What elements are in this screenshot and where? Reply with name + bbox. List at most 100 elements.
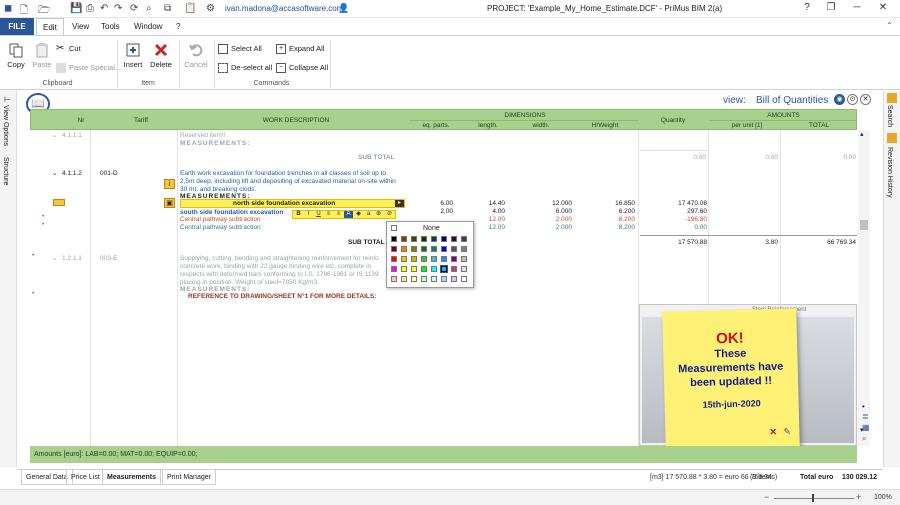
measurement-description[interactable]: Central pathway subtraction (180, 216, 261, 223)
eq-parts-value[interactable]: 2.00 (428, 208, 453, 215)
nav-icon[interactable]: • (862, 402, 865, 411)
width-value[interactable]: 6.000 (545, 208, 572, 215)
row-description-line[interactable]: 2,5m deep, including lift and depositing… (180, 178, 396, 185)
row-description-line[interactable]: Supplying, cutting, bending and straight… (180, 255, 379, 262)
height-value[interactable]: 8.200 (605, 224, 635, 231)
undo-icon[interactable]: ↶ (100, 3, 108, 14)
color-swatch[interactable] (421, 246, 427, 252)
row-description-line[interactable]: concrete work, binding with 22 gauge bin… (180, 263, 371, 270)
color-swatch[interactable] (431, 236, 437, 242)
pin-icon[interactable]: ⊢ (4, 95, 11, 104)
width-value[interactable]: 2.000 (545, 216, 572, 223)
text-color-icon[interactable]: A (344, 211, 353, 218)
scroll-up-icon[interactable]: ▴ (860, 130, 864, 138)
measurement-description[interactable]: north side foundation excavation (233, 200, 335, 207)
color-swatch[interactable] (461, 246, 467, 252)
redo-icon[interactable]: ↷ (114, 3, 122, 14)
link-icon[interactable]: ⊕ (374, 211, 383, 218)
chevron-right-icon[interactable]: ▸ (395, 200, 404, 207)
delete-button[interactable]: Delete (149, 42, 173, 69)
eye-icon[interactable]: ◉ (834, 94, 845, 105)
color-swatch[interactable] (431, 256, 437, 262)
ribbon-collapse-icon[interactable]: ⌃ (886, 21, 893, 30)
height-value[interactable]: 6.200 (605, 208, 635, 215)
print-icon[interactable]: ⎙ (86, 3, 94, 14)
length-value[interactable]: 12.00 (480, 216, 505, 223)
help-icon[interactable]: ? (794, 2, 820, 16)
restore-icon[interactable]: ❐ (818, 2, 844, 16)
highlight-icon[interactable]: ◆ (354, 211, 363, 218)
eq-parts-value[interactable]: 6.00 (428, 200, 453, 207)
color-swatch[interactable] (461, 266, 467, 272)
color-swatch[interactable] (401, 266, 407, 272)
color-swatch[interactable] (411, 256, 417, 262)
height-value[interactable]: 16.850 (605, 200, 635, 207)
clear-format-icon[interactable]: ⊘ (385, 211, 394, 218)
save-icon[interactable]: 💾 (70, 3, 82, 14)
color-swatch[interactable] (391, 256, 397, 262)
color-swatch[interactable] (441, 246, 447, 252)
image-icon[interactable]: ▣ (164, 198, 175, 208)
color-swatch[interactable] (401, 246, 407, 252)
measurement-description[interactable]: south side foundation excavation (180, 209, 283, 216)
tab-general-data[interactable]: General Data (21, 470, 73, 485)
underline-icon[interactable]: U (314, 211, 323, 218)
bold-icon[interactable]: B (294, 211, 303, 218)
copy-icon[interactable]: ⧉ (164, 3, 171, 14)
italic-icon[interactable]: I (304, 211, 313, 218)
length-value[interactable]: 14.40 (480, 200, 505, 207)
scroll-thumb[interactable] (860, 220, 868, 230)
clipboard-icon[interactable]: 📋 (184, 3, 196, 14)
color-swatch[interactable] (421, 276, 427, 282)
chevron-down-icon[interactable]: ⌄ (52, 169, 57, 177)
refresh-icon[interactable]: ⟳ (130, 3, 138, 14)
color-swatch[interactable] (411, 266, 417, 272)
color-swatch[interactable] (441, 276, 447, 282)
revision-panel-icon[interactable] (887, 133, 897, 143)
close-icon[interactable]: ✕ (769, 427, 777, 438)
color-swatch[interactable] (451, 246, 457, 252)
cut-button[interactable]: ✂ Cut (56, 44, 81, 54)
view-options-tab[interactable]: View Options (2, 105, 9, 146)
search-icon[interactable]: ⌕ (146, 3, 152, 14)
zoom-icon[interactable]: ⌕ (862, 434, 866, 444)
search-tab[interactable]: Search (886, 105, 893, 127)
color-swatch[interactable] (411, 276, 417, 282)
color-swatch[interactable] (451, 266, 457, 272)
measurement-description[interactable]: Central pathway subtraction (180, 224, 261, 231)
cancel-button[interactable]: Cancel (183, 42, 209, 69)
grid-icon[interactable]: ▦ (862, 423, 870, 432)
list-icon[interactable]: ≣ (862, 412, 869, 421)
measurement-edit-field[interactable]: north side foundation excavation ▸ (180, 199, 405, 208)
color-swatch[interactable] (411, 246, 417, 252)
color-swatch[interactable] (461, 236, 467, 242)
no-color-label[interactable]: None (423, 225, 440, 232)
color-swatch[interactable] (451, 276, 457, 282)
length-value[interactable]: 12.00 (480, 224, 505, 231)
color-swatch[interactable] (441, 256, 447, 262)
select-all-button[interactable]: Select All (218, 44, 262, 55)
tab-edit[interactable]: Edit (36, 18, 64, 35)
edit-row-icon[interactable] (53, 199, 65, 206)
color-swatch[interactable] (440, 265, 448, 273)
length-value[interactable]: 4.00 (480, 208, 505, 215)
paste-special-button[interactable]: Paste Special... (56, 63, 121, 74)
width-value[interactable]: 12.000 (545, 200, 572, 207)
vertical-scrollbar[interactable]: ▴ ▾ (858, 130, 870, 446)
revision-history-tab[interactable]: Revision History (886, 147, 893, 198)
chevron-down-icon[interactable]: ⌄ (52, 254, 57, 262)
color-swatch[interactable] (391, 246, 397, 252)
settings-icon[interactable]: ⚙ (206, 3, 215, 14)
close-view-icon[interactable]: ✕ (860, 94, 871, 105)
row-description[interactable]: Reserved item!! (180, 132, 226, 139)
height-value[interactable]: 8.200 (605, 216, 635, 223)
color-swatch[interactable] (431, 246, 437, 252)
zoom-in-icon[interactable]: + (856, 492, 861, 502)
zoom-slider-thumb[interactable] (812, 494, 814, 502)
row-description-line[interactable]: respects with deformed bars conforming t… (180, 271, 379, 278)
insert-button[interactable]: Insert (121, 42, 145, 69)
zoom-out-icon[interactable]: − (764, 492, 769, 502)
row-description-line[interactable]: Earth work excavation for foundation tre… (180, 170, 386, 177)
color-swatch[interactable] (431, 266, 437, 272)
expand-all-button[interactable]: + Expand All (276, 44, 324, 55)
